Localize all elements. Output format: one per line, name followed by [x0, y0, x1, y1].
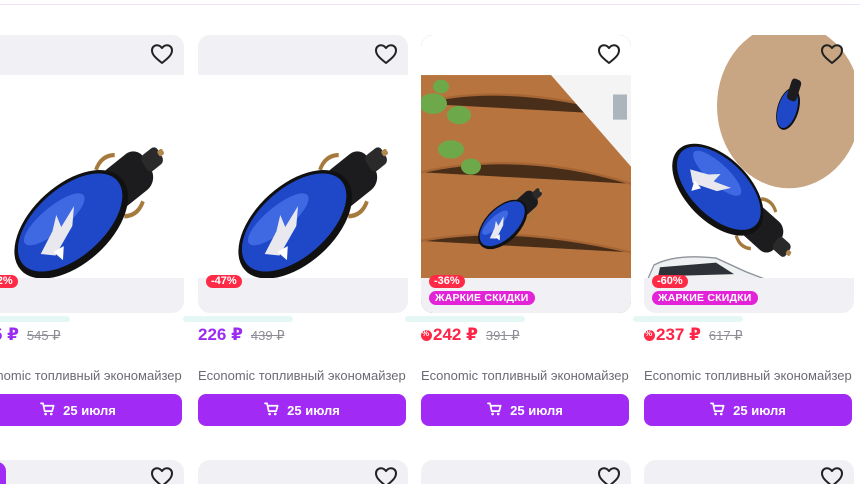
product-card[interactable]: -60% ЖАРКИЕ СКИДКИ 237 ₽ 617 ₽ Economic … — [644, 35, 854, 435]
top-divider — [0, 4, 860, 5]
add-to-cart-button[interactable]: 25 июля — [644, 394, 852, 426]
next-row-card[interactable] — [644, 460, 854, 484]
price-old: 439 ₽ — [250, 328, 285, 343]
price-current: 226 ₽ — [198, 325, 243, 345]
cart-icon — [40, 402, 55, 419]
heart-icon[interactable] — [820, 466, 844, 484]
add-to-cart-button[interactable]: 25 июля — [198, 394, 406, 426]
heart-icon[interactable] — [820, 43, 844, 65]
price-current: 235 ₽ — [0, 325, 19, 345]
price-old: 391 ₽ — [485, 328, 520, 343]
discount-badge: -36% — [429, 275, 465, 288]
badge-group: -42% — [0, 275, 18, 288]
blurred-subline — [0, 316, 70, 322]
heart-icon[interactable] — [150, 466, 174, 484]
blurred-subline — [183, 316, 293, 322]
price-current-value: 235 ₽ — [0, 325, 19, 344]
add-to-cart-button[interactable]: 25 июля — [0, 394, 182, 426]
product-card[interactable]: -36% ЖАРКИЕ СКИДКИ 242 ₽ 391 ₽ Economic … — [421, 35, 631, 435]
product-title[interactable]: Economic топливный экономайзер — [644, 368, 854, 383]
cart-icon — [487, 402, 502, 419]
cart-icon — [710, 402, 725, 419]
next-row-card[interactable] — [421, 460, 631, 484]
product-title[interactable]: Economic топливный экономайзер — [421, 368, 631, 383]
product-title[interactable]: Economic топливный экономайзер — [0, 368, 184, 383]
price-current: 242 ₽ — [421, 325, 478, 345]
price-row: 237 ₽ 617 ₽ — [644, 325, 743, 345]
hot-sale-badge: ЖАРКИЕ СКИДКИ — [652, 291, 758, 305]
delivery-date-label: 25 июля — [733, 402, 786, 418]
image-footer — [0, 278, 184, 313]
price-current-value: 226 ₽ — [198, 325, 243, 344]
product-image[interactable]: -60% ЖАРКИЕ СКИДКИ — [644, 35, 854, 313]
cart-icon — [264, 402, 279, 419]
badge-group: -60% ЖАРКИЕ СКИДКИ — [652, 275, 758, 305]
next-row-card[interactable] — [198, 460, 408, 484]
heart-icon[interactable] — [374, 466, 398, 484]
product-photo — [644, 35, 854, 313]
discount-badge: -42% — [0, 275, 18, 288]
price-current-value: 242 ₽ — [433, 325, 478, 344]
heart-icon[interactable] — [597, 466, 621, 484]
product-image[interactable]: -36% ЖАРКИЕ СКИДКИ — [421, 35, 631, 313]
next-row-card[interactable] — [0, 460, 184, 484]
heart-icon[interactable] — [374, 43, 398, 65]
delivery-date-label: 25 июля — [287, 402, 340, 418]
discount-badge: -60% — [652, 275, 688, 288]
product-image[interactable]: -42% — [0, 35, 184, 313]
price-row: 242 ₽ 391 ₽ — [421, 325, 520, 345]
product-photo — [198, 35, 408, 313]
badge-group: -47% — [206, 275, 242, 288]
delivery-date-label: 25 июля — [510, 402, 563, 418]
price-current: 237 ₽ — [644, 325, 701, 345]
badge-group: -36% ЖАРКИЕ СКИДКИ — [429, 275, 535, 305]
product-card[interactable]: -42% 235 ₽ 545 ₽ Economic топливный экон… — [0, 35, 184, 435]
product-title[interactable]: Economic топливный экономайзер — [198, 368, 408, 383]
heart-icon[interactable] — [150, 43, 174, 65]
product-image[interactable]: -47% — [198, 35, 408, 313]
price-old: 617 ₽ — [708, 328, 743, 343]
discount-badge: -47% — [206, 275, 242, 288]
product-card[interactable]: -47% 226 ₽ 439 ₽ Economic топливный экон… — [198, 35, 408, 435]
blurred-subline — [633, 316, 743, 322]
product-photo — [0, 35, 184, 313]
add-to-cart-button[interactable]: 25 июля — [421, 394, 629, 426]
product-photo — [421, 35, 631, 313]
discount-percent-icon — [421, 329, 432, 341]
discount-percent-icon — [644, 329, 655, 341]
price-row: 235 ₽ 545 ₽ — [0, 325, 61, 345]
price-row: 226 ₽ 439 ₽ — [198, 325, 285, 345]
heart-icon[interactable] — [597, 43, 621, 65]
price-old: 545 ₽ — [26, 328, 61, 343]
hot-sale-badge: ЖАРКИЕ СКИДКИ — [429, 291, 535, 305]
blurred-subline — [405, 316, 525, 322]
price-current-value: 237 ₽ — [656, 325, 701, 344]
delivery-date-label: 25 июля — [63, 402, 116, 418]
